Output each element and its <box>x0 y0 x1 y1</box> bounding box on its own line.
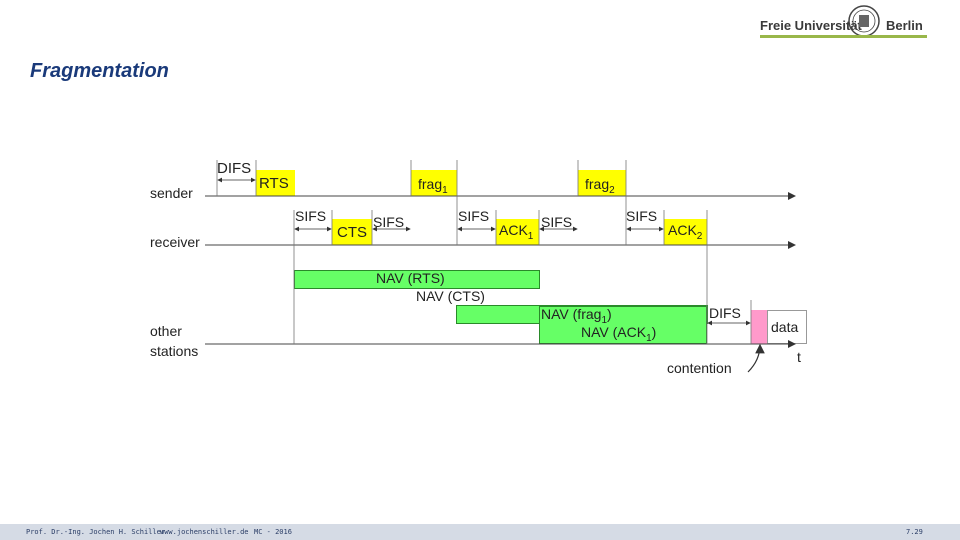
contention-arrow <box>747 343 765 373</box>
ack2-label: ACK2 <box>668 222 703 242</box>
footer-site: www.jochenschiller.de <box>160 528 249 536</box>
nav-rts-label: NAV (RTS) <box>376 270 445 286</box>
rts-label: RTS <box>259 175 289 192</box>
footer-author: Prof. Dr.-Ing. Jochen H. Schiller <box>26 528 166 536</box>
time-axis-label: t <box>797 349 801 365</box>
difs-contention-label: DIFS <box>709 305 741 321</box>
sifs2-label: SIFS <box>373 214 405 230</box>
difs-top-label: DIFS <box>217 160 252 177</box>
sifs1-label: SIFS <box>295 208 327 224</box>
nav-ack1-label: NAV (ACK1) <box>581 324 657 344</box>
footer-course: MC - 2016 <box>254 528 292 536</box>
nav-cts-label: NAV (CTS) <box>416 288 485 304</box>
timeline-lines <box>205 160 796 373</box>
sifs4-label: SIFS <box>541 214 573 230</box>
sifs3-label: SIFS <box>458 208 490 224</box>
frag2-label: frag2 <box>585 176 615 196</box>
nav-frag1-label: NAV (frag1) <box>541 306 612 326</box>
footer-page-number: 7.29 <box>906 528 923 536</box>
data-label: data <box>771 319 799 335</box>
contention-label: contention <box>667 360 732 376</box>
ack1-label: ACK1 <box>499 222 534 242</box>
frag1-label: frag1 <box>418 176 448 196</box>
cts-label: CTS <box>337 224 367 241</box>
sifs5-label: SIFS <box>626 208 658 224</box>
